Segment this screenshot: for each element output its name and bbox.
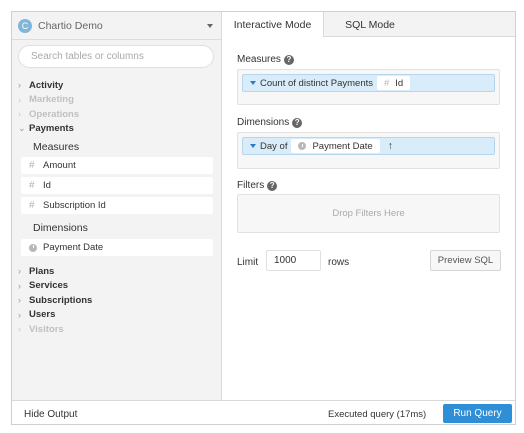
category-services[interactable]: › Services: [12, 279, 221, 294]
dimension-field-chip: Payment Date: [291, 139, 380, 153]
caret-down-icon[interactable]: [250, 144, 256, 148]
dimensions-heading: Dimensions: [33, 221, 88, 234]
hide-output-link[interactable]: Hide Output: [24, 409, 77, 420]
divider: [12, 39, 221, 40]
datasource-name: Chartio Demo: [38, 20, 103, 32]
category-operations: › Operations: [12, 107, 221, 122]
question-circle-icon[interactable]: ?: [283, 54, 294, 65]
filters-dropzone[interactable]: Drop Filters Here: [237, 194, 500, 233]
category-label: Plans: [29, 265, 55, 277]
category-subscriptions[interactable]: › Subscriptions: [12, 293, 221, 308]
hash-icon: #: [29, 200, 35, 211]
preview-sql-button[interactable]: Preview SQL: [430, 250, 501, 271]
category-payments[interactable]: ⌄ Payments: [12, 122, 221, 137]
schema-sidebar: C Chartio Demo › Activity › Marketing › …: [12, 12, 222, 400]
category-label: Activity: [29, 79, 64, 91]
category-label: Users: [29, 309, 56, 321]
measures-heading: Measures: [33, 140, 80, 153]
mode-tabs: Interactive Mode SQL Mode: [222, 12, 515, 37]
run-query-button[interactable]: Run Query: [443, 404, 512, 423]
chevron-right-icon: ›: [18, 80, 21, 91]
query-status: Executed query (17ms): [328, 409, 427, 420]
section-title: Dimensions: [237, 117, 290, 128]
query-builder-window: C Chartio Demo › Activity › Marketing › …: [11, 11, 516, 425]
clock-icon: [29, 243, 37, 252]
category-label: Visitors: [29, 323, 64, 335]
chevron-down-icon: ⌄: [18, 123, 26, 134]
field-subscription-id[interactable]: # Subscription Id: [21, 197, 213, 214]
dimension-aggregate: Day of: [260, 140, 288, 152]
field-payment-date[interactable]: Payment Date: [21, 239, 213, 256]
measure-field-chip: # Id: [377, 76, 411, 90]
measures-dropzone[interactable]: Count of distinct Payments # Id: [237, 69, 500, 105]
chevron-right-icon: ›: [18, 266, 21, 277]
dimension-pill[interactable]: Day of Payment Date ↑: [242, 137, 495, 155]
category-activity[interactable]: › Activity: [12, 78, 221, 93]
dimensions-dropzone[interactable]: Day of Payment Date ↑: [237, 132, 500, 169]
filters-drop-hint: Drop Filters Here: [332, 208, 405, 219]
category-label: Services: [29, 280, 69, 292]
field-label: Payment Date: [43, 242, 104, 253]
schema-tree: › Activity › Marketing › Operations ⌄ Pa…: [12, 78, 221, 337]
tab-interactive-mode[interactable]: Interactive Mode: [222, 12, 324, 37]
category-visitors: › Visitors: [12, 322, 221, 337]
category-marketing: › Marketing: [12, 93, 221, 108]
category-label: Subscriptions: [29, 294, 93, 306]
chevron-right-icon: ›: [18, 324, 21, 335]
measure-aggregate: Count of distinct Payments: [260, 77, 373, 89]
dimension-field: Payment Date: [312, 140, 373, 152]
question-circle-icon[interactable]: ?: [292, 117, 303, 128]
category-plans[interactable]: › Plans: [12, 264, 221, 279]
dimensions-section-label: Dimensions ?: [237, 117, 303, 128]
field-label: Subscription Id: [43, 200, 106, 211]
tab-sql-mode[interactable]: SQL Mode: [323, 12, 417, 37]
category-label: Marketing: [29, 94, 74, 106]
datasource-icon: C: [18, 19, 32, 33]
rows-label: rows: [328, 257, 350, 268]
section-title: Measures: [237, 54, 281, 65]
hash-icon: #: [29, 180, 35, 191]
section-title: Filters: [237, 180, 265, 191]
chevron-right-icon: ›: [18, 309, 21, 320]
chevron-right-icon: ›: [18, 109, 21, 120]
datasource-select[interactable]: C Chartio Demo: [18, 16, 216, 36]
measure-field: Id: [395, 77, 404, 89]
chevron-right-icon: ›: [18, 94, 21, 105]
category-label: Operations: [29, 108, 80, 120]
clock-icon: [298, 142, 307, 150]
hash-icon: #: [29, 160, 35, 171]
limit-label: Limit: [237, 257, 259, 268]
chevron-right-icon: ›: [18, 295, 21, 306]
hash-icon: #: [384, 77, 390, 89]
sort-ascending-icon[interactable]: ↑: [388, 140, 393, 152]
measures-section-label: Measures ?: [237, 54, 294, 65]
caret-down-icon[interactable]: [250, 81, 256, 85]
category-label: Payments: [29, 123, 74, 135]
field-label: Id: [43, 180, 51, 191]
bottom-bar: Hide Output Executed query (17ms) Run Qu…: [12, 400, 515, 424]
chevron-right-icon: ›: [18, 280, 21, 291]
measure-pill[interactable]: Count of distinct Payments # Id: [242, 74, 495, 92]
question-circle-icon[interactable]: ?: [267, 180, 278, 191]
chevron-down-icon: [207, 24, 213, 28]
field-label: Amount: [43, 160, 76, 171]
category-users[interactable]: › Users: [12, 308, 221, 323]
filters-section-label: Filters ?: [237, 180, 278, 191]
search-input[interactable]: [18, 45, 214, 68]
limit-input[interactable]: [266, 250, 321, 271]
field-id[interactable]: # Id: [21, 177, 213, 194]
field-amount[interactable]: # Amount: [21, 157, 213, 174]
